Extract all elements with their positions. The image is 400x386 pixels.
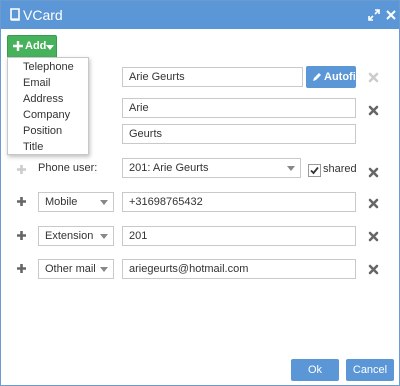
caret-down-icon bbox=[46, 45, 54, 50]
window-title: VCard bbox=[23, 7, 63, 23]
menu-item-email[interactable]: Email bbox=[23, 77, 51, 89]
phone-user-value: 201: Arie Geurts bbox=[129, 162, 209, 174]
maximize-icon[interactable] bbox=[367, 8, 381, 22]
row-type-value: Mobile bbox=[45, 196, 78, 208]
add-button[interactable]: Add bbox=[7, 35, 57, 59]
row-type-value: Extension bbox=[45, 230, 94, 242]
add-icon[interactable] bbox=[16, 230, 27, 241]
menu-item-position[interactable]: Position bbox=[23, 125, 62, 137]
plus-icon bbox=[13, 41, 23, 51]
autofill-button[interactable]: Autofill bbox=[306, 66, 362, 88]
remove-icon[interactable] bbox=[368, 264, 379, 275]
menu-item-address[interactable]: Address bbox=[23, 93, 63, 105]
shared-checkbox[interactable] bbox=[308, 164, 321, 177]
last-name-field[interactable]: Geurts bbox=[122, 124, 356, 144]
pencil-icon bbox=[313, 73, 321, 81]
ok-button[interactable]: Ok bbox=[291, 359, 339, 381]
row-value-field[interactable]: 201 bbox=[122, 226, 356, 246]
first-name-field[interactable]: Arie bbox=[122, 98, 356, 118]
add-dropdown-menu: Telephone Email Address Company Position… bbox=[7, 57, 89, 155]
menu-item-company[interactable]: Company bbox=[23, 109, 70, 121]
display-name-field[interactable]: Arie Geurts bbox=[122, 67, 303, 87]
autofill-label: Autofill bbox=[324, 71, 362, 83]
add-icon[interactable] bbox=[16, 263, 27, 274]
dropdown-arrow-icon bbox=[100, 200, 108, 205]
phone-user-label: Phone user: bbox=[38, 162, 98, 174]
add-icon[interactable] bbox=[16, 196, 27, 207]
remove-icon[interactable] bbox=[368, 198, 379, 209]
remove-icon[interactable] bbox=[368, 167, 379, 178]
close-icon[interactable] bbox=[384, 8, 398, 22]
remove-icon[interactable] bbox=[368, 72, 379, 83]
remove-icon[interactable] bbox=[368, 231, 379, 242]
checkmark-icon bbox=[310, 166, 319, 175]
dropdown-arrow-icon bbox=[100, 234, 108, 239]
row-type-select[interactable]: Other mail bbox=[38, 259, 114, 279]
row-value-field[interactable]: ariegeurts@hotmail.com bbox=[122, 259, 356, 279]
remove-icon[interactable] bbox=[368, 105, 379, 116]
menu-item-telephone[interactable]: Telephone bbox=[23, 61, 74, 73]
title-bar: VCard bbox=[1, 1, 399, 29]
row-type-select[interactable]: Mobile bbox=[38, 192, 114, 212]
shared-label: shared bbox=[323, 163, 357, 175]
vcard-dialog: VCard Add Telephone Email Address Compan… bbox=[0, 0, 400, 386]
add-icon[interactable] bbox=[16, 164, 27, 175]
menu-item-title[interactable]: Title bbox=[23, 141, 43, 153]
row-type-select[interactable]: Extension bbox=[38, 226, 114, 246]
row-value-field[interactable]: +31698765432 bbox=[122, 192, 356, 212]
book-icon bbox=[10, 8, 20, 21]
row-type-value: Other mail bbox=[45, 263, 96, 275]
add-button-label: Add bbox=[25, 40, 47, 52]
cancel-button[interactable]: Cancel bbox=[346, 359, 394, 381]
phone-user-select[interactable]: 201: Arie Geurts bbox=[122, 158, 301, 178]
dropdown-arrow-icon bbox=[287, 166, 295, 171]
dropdown-arrow-icon bbox=[100, 267, 108, 272]
